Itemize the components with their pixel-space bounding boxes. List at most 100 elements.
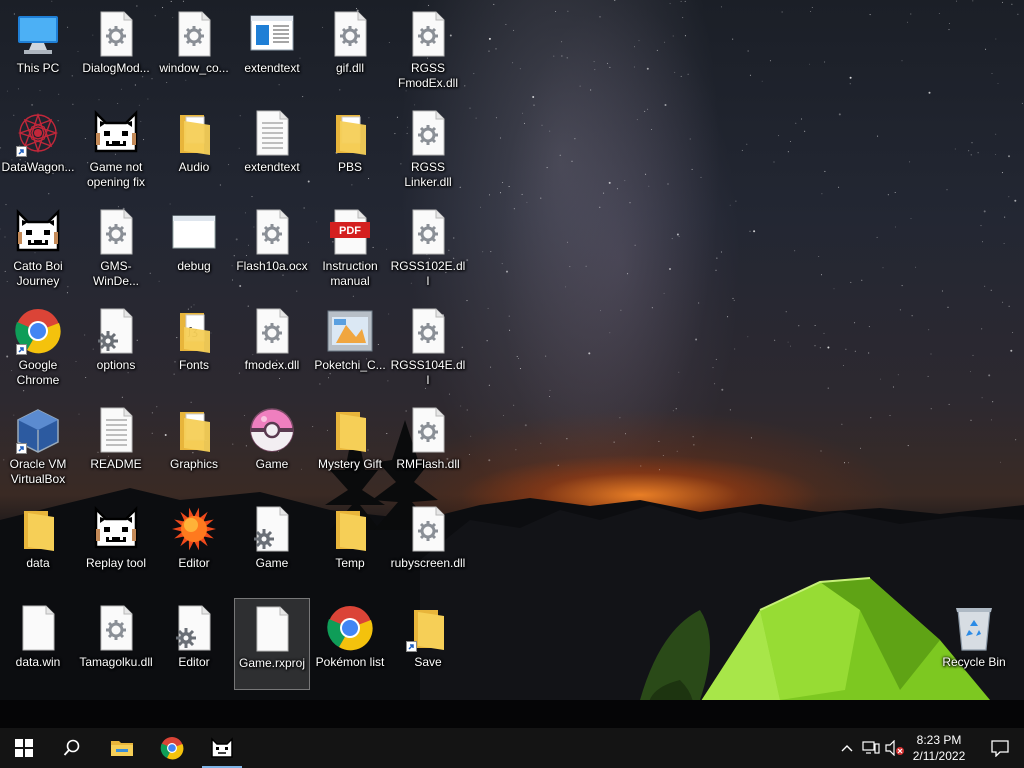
desktop-icon-image [92,208,140,256]
desktop-icon-label: Fonts [178,358,209,372]
desktop-icon-datawagon[interactable]: DataWagon... [0,103,76,195]
window-icon [172,215,216,249]
desktop-icon-image [326,10,374,58]
desktop-icon-game-rxproj[interactable]: Game.rxproj [234,598,310,690]
desktop-icon-debug[interactable]: debug [156,202,232,294]
desktop-icon-image [92,307,140,355]
desktop-icon-game-not-opening[interactable]: Game not opening fix [78,103,154,195]
desktop-icon-label: Temp [335,556,365,570]
desktop-icon-extendtext-app[interactable]: extendtext [234,4,310,96]
desktop-icon-image [248,10,296,58]
desktop-icon-label: Game [255,556,289,570]
desktop-icon-google-chrome[interactable]: Google Chrome [0,301,76,393]
desktop[interactable]: This PC DataWagon... Catto Boi Journey Goog… [0,0,1024,728]
shortcut-arrow-icon [16,344,27,355]
desktop-icon-image [326,109,374,157]
desktop-icon-data-win[interactable]: data.win [0,598,76,690]
desktop-icon-image [950,604,998,652]
desktop-icon-image [170,208,218,256]
desktop-icon-replay-tool[interactable]: Replay tool [78,499,154,591]
desktop-icon-pbs[interactable]: PBS [312,103,388,195]
desktop-icon-gif-dll[interactable]: gif.dll [312,4,388,96]
action-center-button[interactable] [976,728,1024,768]
dll-file-icon [412,110,445,156]
desktop-icon-label: data [26,556,50,570]
desktop-icon-options[interactable]: options [78,301,154,393]
chrome-button[interactable] [148,728,196,768]
desktop-icon-label: Game not opening fix [86,160,146,189]
desktop-icon-label: Editor [178,556,210,570]
desktop-icon-virtualbox[interactable]: Oracle VM VirtualBox [0,400,76,492]
desktop-icon-instruction-manual[interactable]: PDF Instruction manual [312,202,388,294]
shortcut-arrow-icon [16,443,27,454]
desktop-icon-game-ball[interactable]: Game [234,400,310,492]
desktop-icon-pokemon-list[interactable]: Pokémon list [312,598,388,690]
desktop-icon-label: RGSS FmodEx.dll [397,61,459,90]
desktop-icon-flash10a[interactable]: Flash10a.ocx [234,202,310,294]
game-button[interactable] [198,728,246,768]
clock[interactable]: 8:23 PM 2/11/2022 [902,732,976,764]
file-explorer-button[interactable] [98,728,146,768]
desktop-icon-rgss104e[interactable]: RGSS104E.dll [390,301,466,393]
search-button[interactable] [48,728,96,768]
desktop-icon-this-pc[interactable]: This PC [0,4,76,96]
desktop-icon-label: Replay tool [85,556,147,570]
desktop-icon-extendtext-txt[interactable]: extendtext [234,103,310,195]
desktop-icon-image [92,406,140,454]
rpg-maker-project-icon [327,310,373,352]
desktop-icon-editor-cfg[interactable]: Editor [156,598,232,690]
desktop-icon-rmflash[interactable]: RMFlash.dll [390,400,466,492]
dll-file-icon [100,209,133,255]
desktop-icon-label: Recycle Bin [942,655,1006,669]
application-icon [250,15,294,51]
desktop-icon-rubyscreen[interactable]: rubyscreen.dll [390,499,466,591]
clock-time: 8:23 PM [916,733,962,747]
dll-file-icon [412,407,445,453]
desktop-icon-dialogmod[interactable]: DialogMod... [78,4,154,96]
desktop-icon-image [404,10,452,58]
desktop-icon-recycle-bin[interactable]: Recycle Bin [936,598,1012,690]
desktop-icon-editor-sun[interactable]: Editor [156,499,232,591]
config-file-icon [254,506,289,552]
desktop-icon-label: Editor [178,655,210,669]
desktop-icon-image: PDF [326,208,374,256]
desktop-icon-rgss-fmodex[interactable]: RGSS FmodEx.dll [390,4,466,96]
desktop-icon-image [326,307,374,355]
desktop-icon-graphics[interactable]: Graphics [156,400,232,492]
desktop-icon-catto-boi[interactable]: Catto Boi Journey [0,202,76,294]
desktop-icon-image [404,307,452,355]
editor-sun-icon [172,507,216,551]
desktop-icon-label: Pokémon list [315,655,385,669]
show-hidden-icons-button[interactable] [836,728,858,768]
desktop-icon-audio[interactable]: Audio [156,103,232,195]
cat-icon [94,505,138,549]
desktop-icon-label: RGSS104E.dll [390,358,466,387]
desktop-icon-fmodex[interactable]: fmodex.dll [234,301,310,393]
desktop-icon-game-cfg[interactable]: Game [234,499,310,591]
desktop-icon-window-co[interactable]: window_co... [156,4,232,96]
desktop-icon-image [248,109,296,157]
desktop-icon-save[interactable]: Save [390,598,466,690]
desktop-icon-fonts[interactable]: ʃʒ Fonts [156,301,232,393]
desktop-icon-gms-winde[interactable]: GMS-WinDe... [78,202,154,294]
desktop-icon-temp[interactable]: Temp [312,499,388,591]
desktop-icon-image [404,208,452,256]
desktop-icon-mystery-gift[interactable]: Mystery Gift [312,400,388,492]
desktop-icon-image [170,10,218,58]
desktop-icon-rgss102e[interactable]: RGSS102E.dll [390,202,466,294]
dll-file-icon [412,209,445,255]
desktop-icon-image [248,208,296,256]
dll-file-icon [100,11,133,57]
desktop-icon-readme[interactable]: README [78,400,154,492]
desktop-icon-image [170,109,218,157]
desktop-icon-tamagolku[interactable]: Tamagolku.dll [78,598,154,690]
desktop-icon-data-folder[interactable]: data [0,499,76,591]
desktop-icon-image [92,505,140,553]
start-button[interactable] [0,728,48,768]
network-button[interactable] [860,728,882,768]
desktop-icon-label: Game.rxproj [238,656,306,670]
desktop-icon-poketchi[interactable]: Poketchi_C... [312,301,388,393]
desktop-icon-rgss-linker[interactable]: RGSS Linker.dll [390,103,466,195]
desktop-icon-label: rubyscreen.dll [390,556,466,570]
desktop-icon-label: gif.dll [335,61,364,75]
